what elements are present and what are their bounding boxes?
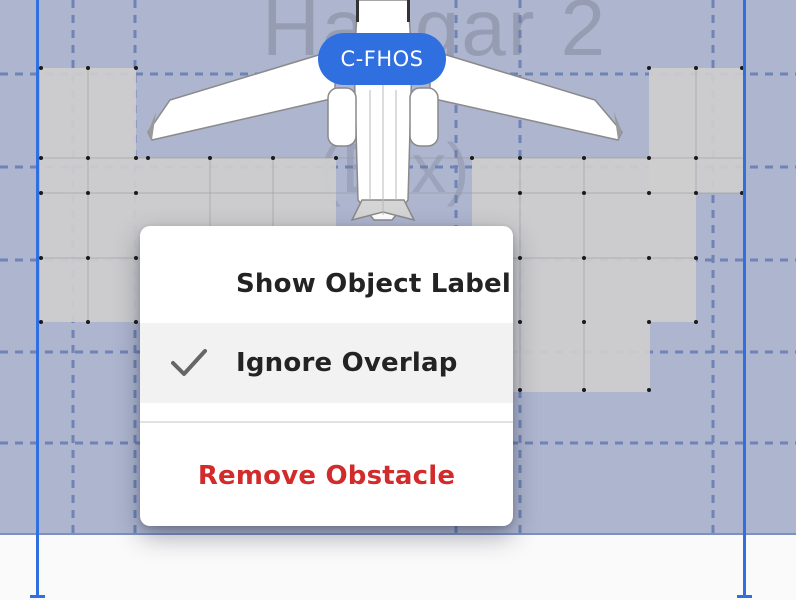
checkmark-icon bbox=[171, 349, 207, 376]
menu-item-ignore-overlap[interactable]: Ignore Overlap bbox=[140, 323, 513, 403]
left-boundary-handle[interactable] bbox=[30, 0, 45, 598]
aircraft-registration-badge[interactable]: C-FHOS bbox=[318, 33, 446, 85]
remove-obstacle-button[interactable]: Remove Obstacle bbox=[140, 436, 513, 516]
menu-divider bbox=[140, 421, 513, 423]
right-boundary-handle[interactable] bbox=[737, 0, 752, 598]
context-menu: Show Object Label Ignore Overlap Remove … bbox=[140, 226, 513, 526]
remove-obstacle-label: Remove Obstacle bbox=[197, 461, 456, 491]
menu-item-label: Show Object Label bbox=[236, 269, 511, 299]
menu-item-label: Ignore Overlap bbox=[236, 348, 458, 378]
menu-item-show-object-label[interactable]: Show Object Label bbox=[140, 244, 513, 324]
